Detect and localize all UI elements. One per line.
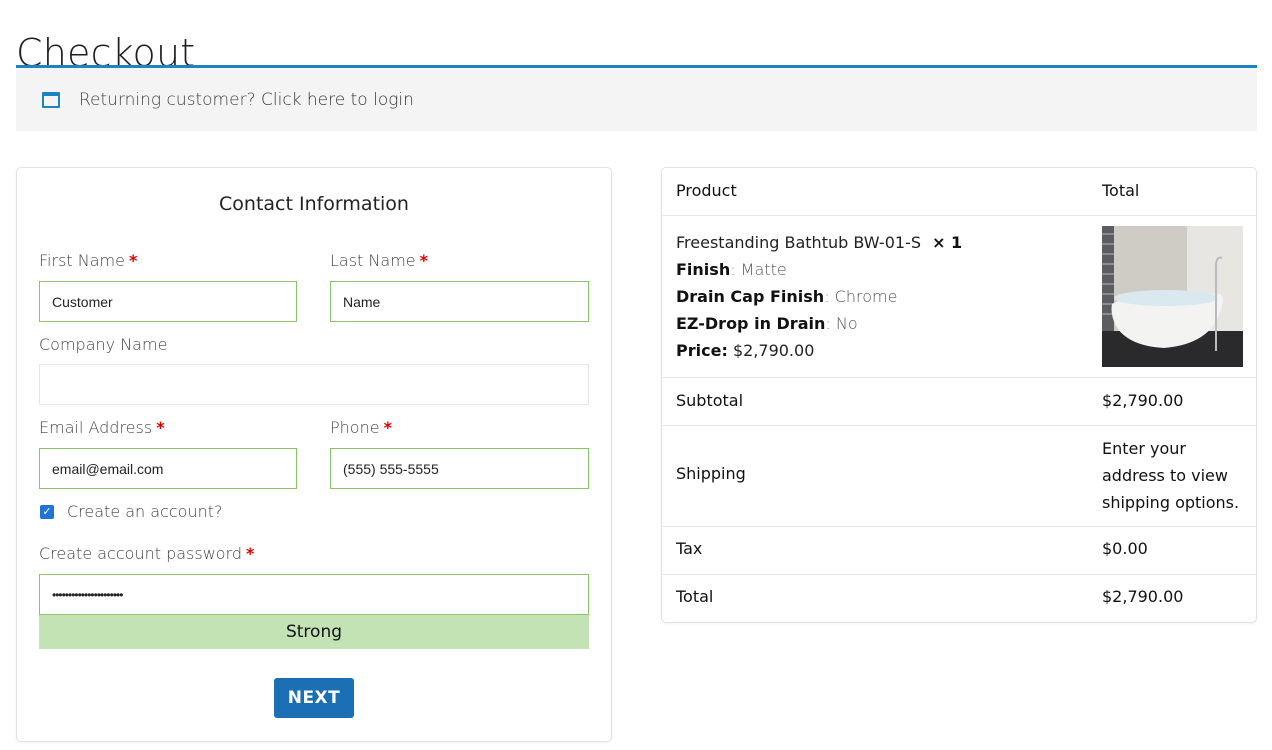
first-name-input[interactable]: Customer [39,281,297,322]
contact-information-card: Contact Information First Name * Customer… [16,167,612,742]
total-row: Total $2,790.00 [662,575,1256,623]
create-account-label[interactable]: Create an account? [67,502,223,521]
subtotal-value: $2,790.00 [1102,391,1184,410]
product-price: Price: $2,790.00 [676,341,815,360]
product-attribute: Drain Cap Finish: Chrome [676,287,898,306]
product-attribute: Finish: Matte [676,260,787,279]
phone-label: Phone * [330,418,392,437]
required-mark: * [246,544,255,563]
product-quantity: × 1 [932,233,963,252]
product-thumbnail-image [1102,226,1243,367]
order-summary-card: Product Total Freestanding Bathtub BW-01… [661,167,1257,623]
last-name-input[interactable]: Name [330,281,589,322]
shipping-label: Shipping [676,464,746,483]
tax-row: Tax $0.00 [662,527,1256,575]
product-column-header: Product [676,181,737,200]
returning-customer-notice: Returning customer? Click here to login [16,65,1257,131]
subtotal-row: Subtotal $2,790.00 [662,378,1256,426]
shipping-row: Shipping Enter your address to view ship… [662,426,1256,527]
shipping-value: Enter your address to view shipping opti… [1102,439,1240,512]
total-column-header: Total [1102,181,1140,200]
order-header-row: Product Total [662,168,1256,216]
password-label: Create account password * [39,544,255,563]
last-name-label: Last Name * [330,251,428,270]
create-account-checkbox[interactable]: ✓ [40,505,54,519]
first-name-label: First Name * [39,251,138,270]
contact-heading: Contact Information [219,193,409,215]
company-name-label: Company Name [39,335,168,354]
login-link[interactable]: Click here to login [261,90,414,110]
total-label: Total [676,587,714,606]
order-item-row: Freestanding Bathtub BW-01-S × 1 Finish:… [662,216,1256,378]
product-name: Freestanding Bathtub BW-01-S [676,233,921,252]
required-mark: * [128,251,138,270]
required-mark: * [419,251,428,270]
product-attribute: EZ-Drop in Drain: No [676,314,858,333]
email-input[interactable]: email@email.com [39,448,297,489]
notice-prefix: Returning customer? [79,89,256,110]
email-label: Email Address * [39,418,165,437]
password-strength-indicator: Strong [39,615,589,649]
password-input[interactable]: •••••••••••••••••••••• [39,574,589,615]
tax-value: $0.00 [1102,539,1148,558]
phone-input[interactable]: (555) 555-5555 [330,448,589,489]
window-icon [42,91,60,108]
subtotal-label: Subtotal [676,391,744,410]
required-mark: * [383,418,392,437]
required-mark: * [156,418,165,437]
company-name-input[interactable] [39,364,589,405]
tax-label: Tax [676,539,703,558]
next-button[interactable]: NEXT [274,678,354,718]
total-value: $2,790.00 [1102,587,1184,606]
